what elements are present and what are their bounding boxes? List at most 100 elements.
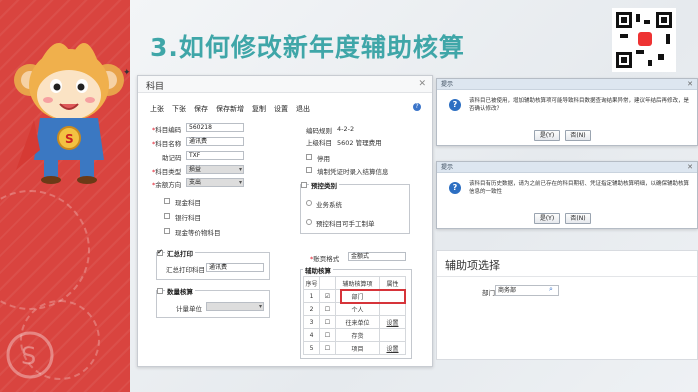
save-new-button[interactable]: 保存新增 <box>216 104 244 114</box>
page-format-label: *账页格式 <box>310 255 340 263</box>
save-button[interactable]: 保存 <box>194 104 208 114</box>
msg2-titlebar: 提示 ✕ <box>437 162 697 173</box>
direction-label: *余额方向 <box>152 181 182 189</box>
budget-checkbox[interactable] <box>301 182 307 188</box>
cash-checkbox[interactable] <box>164 198 170 204</box>
cash-equiv-checkbox[interactable] <box>164 228 170 234</box>
msg1-text: 该科目已被使用，增加辅助核算项可能导致科目数据查询结果异常，建议年结后再修改，是… <box>469 98 690 112</box>
aux-select-panel: 辅助项选择 部门 商务部 ⌕ <box>436 250 698 360</box>
row-checkbox[interactable]: ☐ <box>319 328 336 342</box>
unit-select[interactable] <box>206 302 264 311</box>
aux-table: 序号 辅助核算项 属性 1 ☑ 部门 2 ☐ 个人 3 ☐ 往来单位 设置 4 … <box>303 276 406 355</box>
copy-button[interactable]: 复制 <box>252 104 266 114</box>
question-icon: ? <box>449 182 461 194</box>
parent-label: 上级科目 <box>306 139 332 147</box>
name-input[interactable]: 通讯费 <box>186 137 244 146</box>
manual-voucher-label: 预控科目可手工制单 <box>316 220 375 228</box>
col-attr: 属性 <box>379 276 406 290</box>
svg-text:S: S <box>65 132 74 146</box>
yes-button[interactable]: 是(Y) <box>534 130 560 141</box>
dialog-toolbar: 上张 下张 保存 保存新增 复制 设置 退出 <box>150 104 310 114</box>
table-row[interactable]: 3 ☐ 往来单位 设置 <box>303 315 406 329</box>
close-icon[interactable]: ✕ <box>418 79 426 89</box>
col-item: 辅助核算项 <box>335 276 380 290</box>
exit-button[interactable]: 退出 <box>296 104 310 114</box>
settings-link[interactable]: 设置 <box>379 341 406 355</box>
dialog-titlebar: 科目 ✕ <box>138 76 432 93</box>
row-attr <box>379 328 406 342</box>
dialog-title: 科目 <box>146 82 165 92</box>
aux-group-title: 辅助核算 <box>303 265 333 275</box>
summary-checkbox[interactable] <box>157 248 163 256</box>
row-checkbox[interactable]: ☐ <box>319 315 336 329</box>
col-check <box>319 276 336 290</box>
sparkle-icon: ✦ <box>123 68 131 78</box>
no-button[interactable]: 否(N) <box>565 213 591 224</box>
settings-button[interactable]: 设置 <box>274 104 288 114</box>
row-checkbox[interactable]: ☑ <box>319 289 336 303</box>
direction-select[interactable]: 支出 <box>186 178 244 187</box>
close-icon[interactable]: ✕ <box>687 79 693 90</box>
mnemonic-label: 助记码 <box>162 154 182 162</box>
bank-checkbox[interactable] <box>164 213 170 219</box>
type-label: *科目类型 <box>152 168 182 176</box>
name-label: *科目名称 <box>152 140 182 148</box>
bank-label: 银行科目 <box>175 214 201 222</box>
table-row[interactable]: 5 ☐ 项目 设置 <box>303 341 406 355</box>
confirm-dialog-1: 提示 ✕ ? 该科目已被使用，增加辅助核算项可能导致科目数据查询结果异常，建议年结… <box>436 78 698 146</box>
svg-text:S: S <box>21 342 36 370</box>
voucher-entry-checkbox[interactable] <box>306 167 312 173</box>
parent-value: 5602 管理费用 <box>337 139 382 147</box>
quantity-checkbox[interactable] <box>157 288 163 294</box>
row-checkbox[interactable]: ☐ <box>319 341 336 355</box>
search-icon[interactable]: ⌕ <box>549 285 553 294</box>
row-item: 个人 <box>335 302 380 316</box>
msg1-titlebar: 提示 ✕ <box>437 79 697 90</box>
close-icon[interactable]: ✕ <box>687 162 693 173</box>
row-no: 5 <box>303 341 320 355</box>
msg1-title: 提示 <box>441 81 454 88</box>
summary-field-label: 汇总打印科目 <box>166 266 205 274</box>
monkey-mascot-icon: S S <box>6 43 124 379</box>
row-checkbox[interactable]: ☐ <box>319 302 336 316</box>
table-header: 序号 辅助核算项 属性 <box>303 276 406 290</box>
mnemonic-input[interactable]: TXF <box>186 151 244 160</box>
help-icon[interactable]: ? <box>413 103 421 111</box>
cash-label: 现金科目 <box>175 199 201 207</box>
col-no: 序号 <box>303 276 320 290</box>
no-button[interactable]: 否(N) <box>565 130 591 141</box>
business-system-label: 业务系统 <box>316 201 342 209</box>
code-input[interactable]: 560218 <box>186 123 244 132</box>
encoding-rule-label: 编码规则 <box>306 127 332 135</box>
manual-voucher-radio[interactable] <box>306 219 312 225</box>
msg2-title: 提示 <box>441 164 454 171</box>
disabled-label: 停用 <box>317 155 330 163</box>
row-item: 往来单位 <box>335 315 380 329</box>
page-format-select[interactable]: 金额式 <box>348 252 406 261</box>
row-no: 4 <box>303 328 320 342</box>
summary-field-select[interactable]: 通讯费 <box>206 263 264 272</box>
table-row[interactable]: 4 ☐ 存货 <box>303 328 406 342</box>
business-system-radio[interactable] <box>306 200 312 206</box>
dept-label: 部门 <box>482 289 495 297</box>
question-icon: ? <box>449 99 461 111</box>
divider <box>437 276 697 277</box>
row-no: 3 <box>303 315 320 329</box>
quantity-group-title: 数量核算 <box>165 286 195 296</box>
table-row[interactable]: 2 ☐ 个人 <box>303 302 406 316</box>
prev-button[interactable]: 上张 <box>150 104 164 114</box>
confirm-dialog-2: 提示 ✕ ? 该科目有历史数据，请为之前已存在的科目期初、凭证指定辅助核算明细，以… <box>436 161 698 229</box>
row-attr <box>379 302 406 316</box>
slide-title: 3.如何修改新年度辅助核算 <box>150 33 465 62</box>
row-no: 1 <box>303 289 320 303</box>
next-button[interactable]: 下张 <box>172 104 186 114</box>
row-item: 项目 <box>335 341 380 355</box>
qr-code-icon <box>612 8 676 72</box>
highlight-box <box>340 289 406 304</box>
yes-button[interactable]: 是(Y) <box>534 213 560 224</box>
code-label: *科目编码 <box>152 126 182 134</box>
settings-link[interactable]: 设置 <box>379 315 406 329</box>
disabled-checkbox[interactable] <box>306 154 312 160</box>
msg2-text: 该科目有历史数据，请为之前已存在的科目期初、凭证指定辅助核算明细，以确保辅助核算… <box>469 181 690 195</box>
type-select[interactable]: 损益 <box>186 165 244 174</box>
